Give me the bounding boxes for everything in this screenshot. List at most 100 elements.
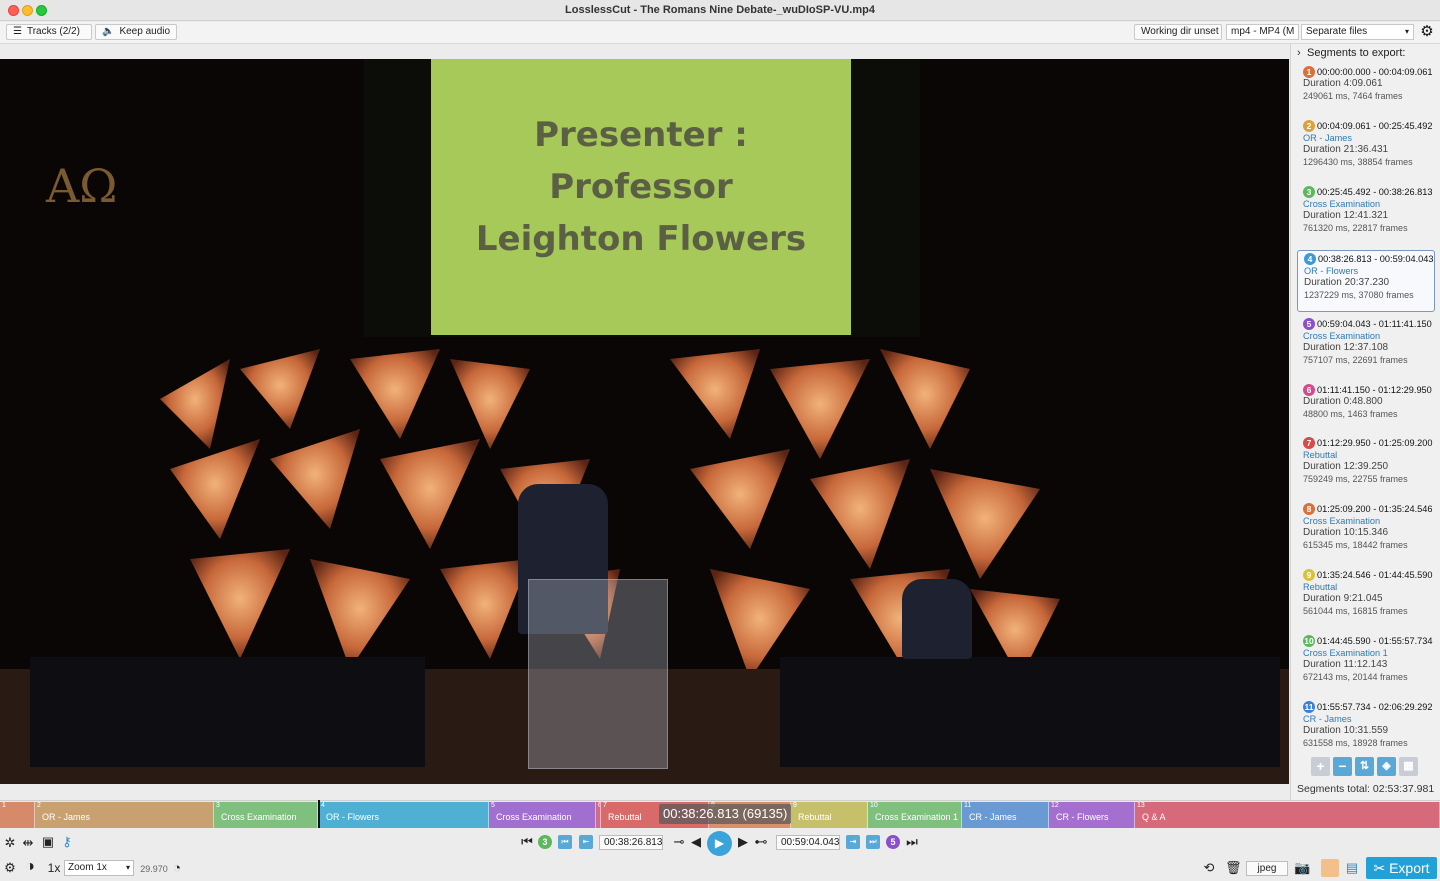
timeline-segment[interactable]: 5 Cross Examination bbox=[489, 802, 596, 828]
segment-item[interactable]: 11 01:55:57.734 - 02:06:29.292 CR - James D… bbox=[1297, 699, 1435, 752]
timeline-segment-number: 9 bbox=[793, 802, 797, 809]
segment-duration: Duration 4:09.061 bbox=[1303, 78, 1383, 89]
timeline-segment-number: 2 bbox=[37, 802, 41, 809]
segment-detail: 631558 ms, 18928 frames bbox=[1303, 738, 1408, 748]
waveform-icon[interactable]: ⇹ bbox=[19, 835, 37, 851]
timeline-segment[interactable]: 12 CR - Flowers bbox=[1049, 802, 1135, 828]
key-right-icon[interactable]: ⊷ bbox=[752, 834, 770, 850]
segment-range: 00:38:26.813 - 00:59:04.043 bbox=[1318, 254, 1434, 264]
trash-icon[interactable]: 🗑 bbox=[1225, 860, 1242, 876]
thumbnails-icon[interactable]: ▣ bbox=[40, 834, 56, 850]
theme-icon[interactable]: ◑ bbox=[21, 859, 39, 875]
segment-item[interactable]: 2 00:04:09.061 - 00:25:45.492 OR - James Du… bbox=[1297, 118, 1435, 180]
timeline-segment-number: 4 bbox=[321, 802, 325, 809]
seated-figure bbox=[902, 579, 972, 659]
speed-label[interactable]: 1x bbox=[45, 860, 63, 876]
keep-audio-label: Keep audio bbox=[119, 26, 171, 37]
key-icon[interactable]: ⚷ bbox=[60, 834, 74, 850]
step-back-icon[interactable]: ◀ bbox=[690, 834, 702, 850]
output-mode-select[interactable]: Separate files ▾ bbox=[1301, 24, 1414, 40]
segment-detail: 757107 ms, 22691 frames bbox=[1303, 355, 1408, 365]
segment-number-badge: 6 bbox=[1303, 384, 1315, 396]
segment-number-badge: 8 bbox=[1303, 503, 1315, 515]
zoom-select[interactable]: Zoom 1x ▾ bbox=[64, 860, 134, 876]
keep-audio-button[interactable]: 🔈 Keep audio bbox=[95, 24, 177, 40]
settings-cog-icon[interactable]: ✲ bbox=[3, 835, 17, 851]
rotate-icon[interactable]: ⟲ bbox=[1201, 860, 1217, 876]
segment-name: Cross Examination 1 bbox=[1303, 648, 1388, 658]
segment-item[interactable]: 6 01:11:41.150 - 01:12:29.950 Duration 0:4… bbox=[1297, 382, 1435, 431]
gear-icon[interactable]: ⚙ bbox=[1419, 24, 1435, 40]
segment-duration: Duration 21:36.431 bbox=[1303, 144, 1389, 155]
remove-segment-icon[interactable]: − bbox=[1333, 757, 1352, 776]
projection-screen: Presenter : Professor Leighton Flowers bbox=[364, 59, 920, 337]
timeline-segment[interactable]: 2 OR - James bbox=[35, 802, 214, 828]
segment-item[interactable]: 4 00:38:26.813 - 00:59:04.043 OR - Flowers… bbox=[1297, 250, 1435, 312]
color-picker-icon[interactable] bbox=[1321, 859, 1339, 877]
jump-segment-start-icon[interactable]: ⏮ bbox=[558, 835, 572, 849]
segments-header[interactable]: › Segments to export: bbox=[1297, 47, 1405, 59]
top-toolbar: ☰ Tracks (2/2) 🔈 Keep audio Working dir un… bbox=[0, 22, 1440, 44]
left-table bbox=[30, 657, 425, 767]
timeline-segment[interactable]: 9 Rebuttal bbox=[791, 802, 868, 828]
timeline-segment[interactable]: 3 Cross Examination bbox=[214, 802, 318, 828]
right-table bbox=[780, 657, 1280, 767]
jump-start-icon[interactable]: ⏮ bbox=[520, 834, 534, 850]
current-time-display: 00:38:26.813 (69135) bbox=[659, 804, 792, 824]
segment-item[interactable]: 8 01:25:09.200 - 01:35:24.546 Cross Examin… bbox=[1297, 501, 1435, 563]
jump-end-icon[interactable]: ⏭ bbox=[905, 834, 919, 850]
segment-item[interactable]: 3 00:25:45.492 - 00:38:26.813 Cross Examin… bbox=[1297, 184, 1435, 246]
timeline-segment-label: Q & A bbox=[1142, 812, 1166, 822]
export-button[interactable]: ✂ Export bbox=[1366, 857, 1437, 879]
timeline-segment[interactable]: 11 CR - James bbox=[962, 802, 1049, 828]
timeline-segment[interactable]: 10 Cross Examination 1 bbox=[868, 802, 962, 828]
playhead[interactable] bbox=[318, 800, 320, 828]
play-button[interactable]: ▶ bbox=[707, 831, 732, 856]
segment-time-range: 4 00:38:26.813 - 00:59:04.043 bbox=[1304, 253, 1434, 265]
video-player[interactable]: Presenter : Professor Leighton Flowers A… bbox=[0, 59, 1289, 784]
segment-item[interactable]: 1 00:00:00.000 - 00:04:09.061 Duration 4:0… bbox=[1297, 64, 1435, 114]
zoom-value: Zoom 1x bbox=[68, 862, 107, 873]
segment-list[interactable]: 1 00:00:00.000 - 00:04:09.061 Duration 4:0… bbox=[1297, 64, 1435, 752]
end-time-field[interactable]: 00:59:04.043 bbox=[776, 835, 840, 850]
segment-detail: 615345 ms, 18442 frames bbox=[1303, 540, 1408, 550]
set-start-icon[interactable]: ⇤ bbox=[579, 835, 593, 849]
timer-icon[interactable]: ◔ bbox=[170, 860, 184, 876]
key-left-icon[interactable]: ⊸ bbox=[670, 834, 688, 850]
timeline-segment[interactable]: 4 OR - Flowers bbox=[318, 802, 489, 828]
slide: Presenter : Professor Leighton Flowers bbox=[431, 59, 851, 335]
calendar-icon[interactable]: ▤ bbox=[1344, 860, 1360, 876]
segment-end-badge[interactable]: 5 bbox=[886, 835, 900, 849]
format-select[interactable]: mp4 - MP4 (M bbox=[1226, 24, 1299, 40]
add-segment-icon[interactable]: + bbox=[1311, 757, 1330, 776]
tag-icon[interactable]: ◈ bbox=[1377, 757, 1396, 776]
segment-name: Rebuttal bbox=[1303, 582, 1338, 592]
jump-segment-end-icon[interactable]: ⏭ bbox=[866, 835, 880, 849]
segment-detail: 561044 ms, 16815 frames bbox=[1303, 606, 1408, 616]
snap-icon[interactable]: ⚙ bbox=[3, 860, 17, 876]
segment-time-range: 8 01:25:09.200 - 01:35:24.546 bbox=[1303, 503, 1435, 515]
timeline-segment[interactable]: 13 Q & A bbox=[1135, 802, 1440, 828]
segment-start-badge[interactable]: 3 bbox=[538, 835, 552, 849]
camera-icon[interactable]: 📷 bbox=[1294, 860, 1310, 876]
capture-format-select[interactable]: jpeg bbox=[1246, 861, 1288, 876]
timeline-segment[interactable]: 1 bbox=[0, 802, 35, 828]
grid-icon[interactable]: ▦ bbox=[1399, 757, 1418, 776]
segment-item[interactable]: 10 01:44:45.590 - 01:55:57.734 Cross Exami… bbox=[1297, 633, 1435, 695]
app-window: { "window": { "title": "LosslessCut - Th… bbox=[0, 0, 1440, 881]
chevron-down-icon: ▾ bbox=[1404, 27, 1409, 36]
working-dir-button[interactable]: Working dir unset bbox=[1134, 24, 1222, 40]
segment-range: 00:00:00.000 - 00:04:09.061 bbox=[1317, 67, 1433, 77]
reorder-icon[interactable]: ⇅ bbox=[1355, 757, 1374, 776]
tracks-button[interactable]: ☰ Tracks (2/2) bbox=[6, 24, 92, 40]
start-time-field[interactable]: 00:38:26.813 bbox=[599, 835, 663, 850]
segment-range: 01:25:09.200 - 01:35:24.546 bbox=[1317, 504, 1433, 514]
segment-range: 01:55:57.734 - 02:06:29.292 bbox=[1317, 702, 1433, 712]
segment-item[interactable]: 9 01:35:24.546 - 01:44:45.590 Rebuttal Dura… bbox=[1297, 567, 1435, 629]
timeline-segment-number: 5 bbox=[491, 802, 495, 809]
set-end-icon[interactable]: ⇥ bbox=[846, 835, 860, 849]
segment-item[interactable]: 7 01:12:29.950 - 01:25:09.200 Rebuttal Dura… bbox=[1297, 435, 1435, 497]
chevron-right-icon: › bbox=[1297, 47, 1301, 59]
step-forward-icon[interactable]: ▶ bbox=[737, 834, 749, 850]
segment-item[interactable]: 5 00:59:04.043 - 01:11:41.150 Cross Examin… bbox=[1297, 316, 1435, 378]
